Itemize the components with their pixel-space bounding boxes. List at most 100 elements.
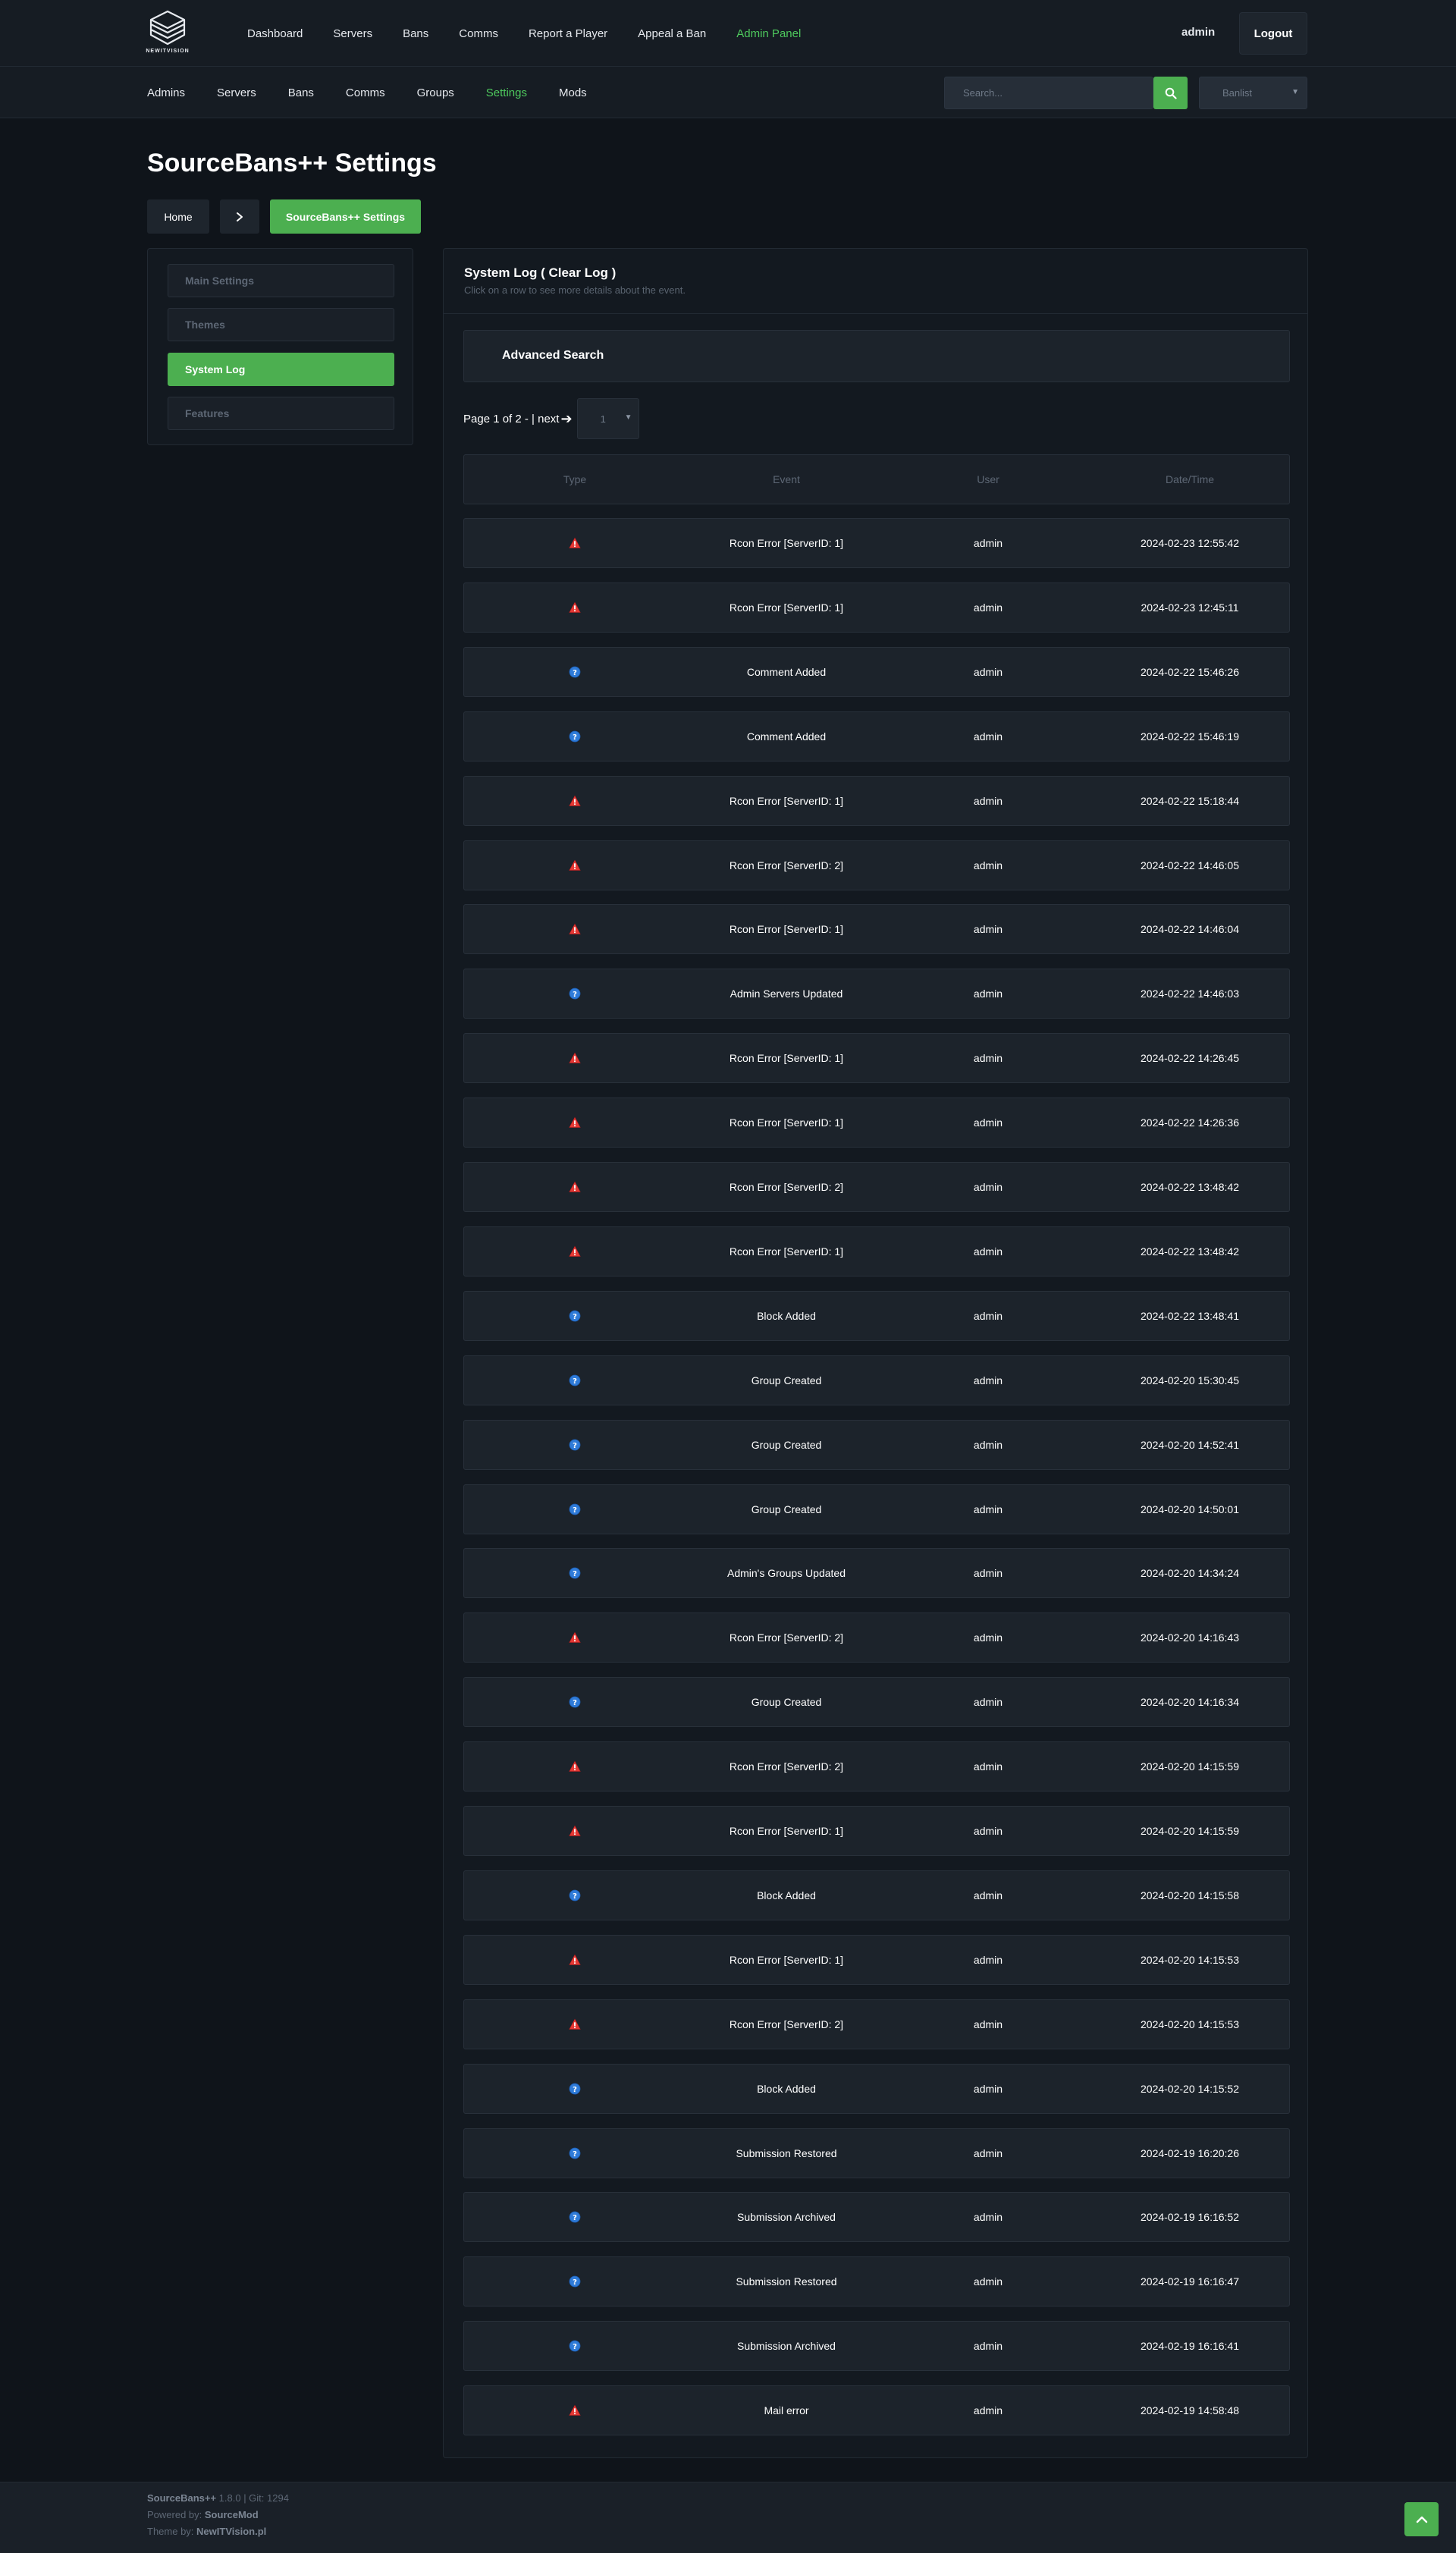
user-name[interactable]: admin (1181, 26, 1215, 39)
info-icon: ? (569, 1696, 581, 1708)
nav-appeal-ban[interactable]: Appeal a Ban (638, 27, 706, 40)
table-row[interactable]: ? Block Added admin 2024-02-20 14:15:58 (463, 1870, 1290, 1920)
arrow-right-icon[interactable]: ➔ (560, 411, 572, 427)
log-date-cell: 2024-02-23 12:55:42 (1141, 537, 1239, 549)
panel-title[interactable]: System Log ( Clear Log ) (464, 265, 616, 281)
search-input[interactable] (944, 77, 1153, 109)
subnav-comms[interactable]: Comms (346, 86, 385, 99)
log-type-cell (464, 2386, 686, 2435)
scroll-to-top-button[interactable] (1404, 2502, 1439, 2536)
footer-powered-link[interactable]: SourceMod (205, 2509, 259, 2520)
table-row[interactable]: Rcon Error [ServerID: 1] admin 2024-02-22 … (463, 1033, 1290, 1083)
table-row[interactable]: ? Comment Added admin 2024-02-22 15:46:19 (463, 711, 1290, 762)
log-event-cell: Rcon Error [ServerID: 2] (729, 859, 844, 871)
log-date-cell: 2024-02-20 14:15:59 (1141, 1760, 1239, 1773)
log-type-cell (464, 1163, 686, 1211)
log-date-cell: 2024-02-20 14:15:53 (1141, 2018, 1239, 2030)
settings-tab-features[interactable]: Features (168, 397, 394, 430)
table-row[interactable]: Mail error admin 2024-02-19 14:58:48 (463, 2385, 1290, 2435)
nav-report-player[interactable]: Report a Player (529, 27, 607, 40)
brand-logo[interactable]: NEWITVISION (146, 9, 189, 56)
log-type-cell (464, 519, 686, 567)
table-row[interactable]: ? Submission Restored admin 2024-02-19 16:1… (463, 2256, 1290, 2306)
log-type-cell: ? (464, 2129, 686, 2178)
log-date-cell: 2024-02-19 16:16:47 (1141, 2275, 1239, 2288)
table-row[interactable]: Rcon Error [ServerID: 1] admin 2024-02-22 … (463, 1098, 1290, 1148)
logout-button[interactable]: Logout (1239, 12, 1307, 55)
advanced-search-label: Advanced Search (502, 349, 604, 362)
table-row[interactable]: ? Block Added admin 2024-02-22 13:48:41 (463, 1291, 1290, 1341)
info-icon: ? (569, 1567, 581, 1579)
log-user-cell: admin (973, 1439, 1003, 1451)
log-event-cell: Rcon Error [ServerID: 1] (729, 795, 844, 807)
log-user-cell: admin (973, 1889, 1003, 1901)
nav-servers[interactable]: Servers (333, 27, 372, 40)
log-date-cell: 2024-02-20 15:30:45 (1141, 1374, 1239, 1386)
table-row[interactable]: ? Block Added admin 2024-02-20 14:15:52 (463, 2064, 1290, 2114)
table-row[interactable]: Rcon Error [ServerID: 1] admin 2024-02-23 … (463, 583, 1290, 633)
table-row[interactable]: ? Group Created admin 2024-02-20 15:30:45 (463, 1355, 1290, 1405)
subnav-groups[interactable]: Groups (417, 86, 454, 99)
log-user-cell: admin (973, 537, 1003, 549)
breadcrumb-home[interactable]: Home (147, 199, 209, 234)
advanced-search-toggle[interactable]: Advanced Search (463, 330, 1290, 382)
log-user-cell: admin (973, 1116, 1003, 1129)
log-type-cell: ? (464, 648, 686, 696)
subnav-admins[interactable]: Admins (147, 86, 185, 99)
search-button[interactable] (1153, 77, 1188, 109)
log-event-cell: Group Created (751, 1696, 822, 1708)
table-row[interactable]: Rcon Error [ServerID: 1] admin 2024-02-23 … (463, 518, 1290, 568)
breadcrumb-current[interactable]: SourceBans++ Settings (270, 199, 421, 234)
subnav-settings[interactable]: Settings (486, 86, 527, 99)
table-row[interactable]: ? Submission Archived admin 2024-02-19 16:1… (463, 2321, 1290, 2371)
table-row[interactable]: Rcon Error [ServerID: 2] admin 2024-02-20 … (463, 1613, 1290, 1663)
table-row[interactable]: Rcon Error [ServerID: 1] admin 2024-02-22 … (463, 1226, 1290, 1276)
log-user-cell: admin (973, 1503, 1003, 1515)
table-row[interactable]: Rcon Error [ServerID: 2] admin 2024-02-22 … (463, 840, 1290, 890)
svg-text:?: ? (573, 669, 577, 677)
log-type-cell (464, 1098, 686, 1147)
log-event-cell: Group Created (751, 1503, 822, 1515)
table-row[interactable]: ? Admin Servers Updated admin 2024-02-22 14… (463, 969, 1290, 1019)
log-event-cell: Rcon Error [ServerID: 1] (729, 601, 844, 614)
table-row[interactable]: ? Admin's Groups Updated admin 2024-02-20 1… (463, 1548, 1290, 1598)
table-row[interactable]: ? Submission Archived admin 2024-02-19 16:1… (463, 2192, 1290, 2242)
table-row[interactable]: ? Group Created admin 2024-02-20 14:52:41 (463, 1420, 1290, 1470)
settings-tab-main[interactable]: Main Settings (168, 264, 394, 297)
search-type-select[interactable]: Banlist ▼ (1199, 77, 1307, 109)
settings-tab-system-log[interactable]: System Log (168, 353, 394, 386)
table-row[interactable]: ? Group Created admin 2024-02-20 14:50:01 (463, 1484, 1290, 1534)
table-row[interactable]: Rcon Error [ServerID: 2] admin 2024-02-20 … (463, 1741, 1290, 1791)
nav-dashboard[interactable]: Dashboard (247, 27, 303, 40)
table-row[interactable]: Rcon Error [ServerID: 1] admin 2024-02-22 … (463, 904, 1290, 954)
log-type-cell: ? (464, 1292, 686, 1340)
nav-comms[interactable]: Comms (459, 27, 498, 40)
table-row[interactable]: ? Group Created admin 2024-02-20 14:16:34 (463, 1677, 1290, 1727)
warning-icon (569, 1245, 581, 1258)
table-row[interactable]: Rcon Error [ServerID: 1] admin 2024-02-22 … (463, 776, 1290, 826)
log-user-cell: admin (973, 1760, 1003, 1773)
log-user-cell: admin (973, 1181, 1003, 1193)
log-date-cell: 2024-02-22 14:46:05 (1141, 859, 1239, 871)
table-row[interactable]: Rcon Error [ServerID: 1] admin 2024-02-20 … (463, 1806, 1290, 1856)
table-row[interactable]: ? Comment Added admin 2024-02-22 15:46:26 (463, 647, 1290, 697)
warning-icon (569, 1825, 581, 1837)
table-row[interactable]: ? Submission Restored admin 2024-02-19 16:2… (463, 2128, 1290, 2178)
settings-tab-themes[interactable]: Themes (168, 308, 394, 341)
nav-admin-panel[interactable]: Admin Panel (736, 27, 801, 40)
subnav-bans[interactable]: Bans (288, 86, 314, 99)
log-date-cell: 2024-02-20 14:34:24 (1141, 1567, 1239, 1579)
table-row[interactable]: Rcon Error [ServerID: 2] admin 2024-02-20 … (463, 1999, 1290, 2049)
table-row[interactable]: Rcon Error [ServerID: 1] admin 2024-02-20 … (463, 1935, 1290, 1985)
admin-subnav: Admins Servers Bans Comms Groups Setting… (147, 67, 619, 118)
page-select[interactable]: 1 ▼ (576, 398, 639, 439)
log-date-cell: 2024-02-22 14:26:45 (1141, 1052, 1239, 1064)
pagination-text[interactable]: Page 1 of 2 - | next (463, 413, 559, 426)
svg-text:?: ? (573, 2086, 577, 2094)
table-row[interactable]: Rcon Error [ServerID: 2] admin 2024-02-22 … (463, 1162, 1290, 1212)
subnav-servers[interactable]: Servers (217, 86, 256, 99)
footer-theme-link[interactable]: NewITVision.pl (196, 2526, 266, 2537)
panel-header: System Log ( Clear Log ) Click on a row … (444, 249, 1307, 314)
subnav-mods[interactable]: Mods (559, 86, 587, 99)
nav-bans[interactable]: Bans (403, 27, 428, 40)
